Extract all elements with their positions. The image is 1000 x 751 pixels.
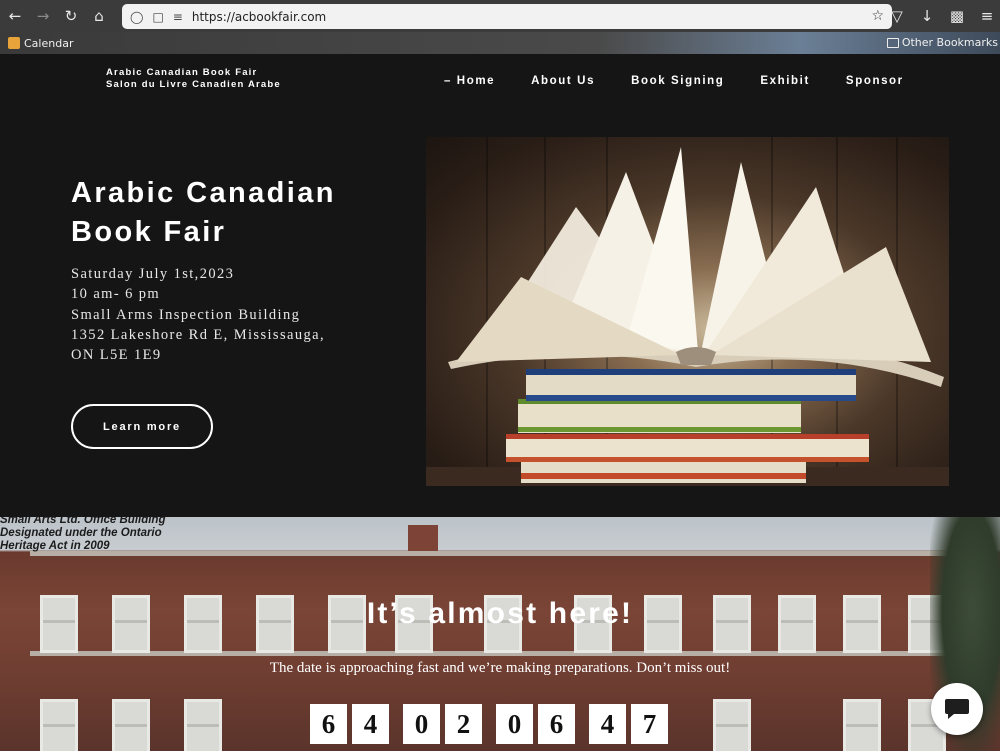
browser-toolbar: ← → ↻ ⌂ ◯ □ ≡ https://acbookfair.com ☆ ▽… [0, 0, 1000, 32]
chat-bubble-icon [945, 699, 969, 719]
countdown-heading: It’s almost here! [366, 597, 634, 630]
countdown-digit: 7 [631, 704, 668, 744]
book-stack-illustration [426, 147, 949, 486]
bookmark-other[interactable]: Other Bookmarks [886, 36, 998, 49]
home-icon[interactable]: ⌂ [86, 3, 112, 29]
hero-title-line2: Book Fair [71, 216, 227, 248]
folder-icon [886, 37, 899, 48]
website: Arabic Canadian Book Fair Salon du Livre… [0, 54, 1000, 751]
bookmark-other-label: Other Bookmarks [901, 36, 998, 49]
download-icon[interactable]: ↓ [914, 3, 940, 29]
brand-line-english: Arabic Canadian Book Fair [106, 67, 258, 78]
address-bar[interactable]: ◯ □ ≡ https://acbookfair.com ☆ [122, 4, 892, 29]
event-venue: Small Arms Inspection Building [71, 306, 301, 323]
calendar-icon [8, 37, 20, 49]
event-time: 10 am- 6 pm [71, 286, 161, 303]
nav-exhibit[interactable]: Exhibit [760, 75, 810, 87]
event-postal: ON L5E 1E9 [71, 347, 162, 364]
countdown-digit: 0 [496, 704, 533, 744]
countdown-subheading: The date is approaching fast and we’re m… [269, 660, 731, 676]
brand-line-french: Salon du Livre Canadien Arabe [106, 79, 281, 90]
reload-icon[interactable]: ↻ [58, 3, 84, 29]
chat-button[interactable] [931, 683, 983, 735]
bookmark-calendar-label: Calendar [24, 36, 74, 50]
site-brand[interactable]: Arabic Canadian Book Fair Salon du Livre… [106, 67, 281, 91]
countdown-digit: 0 [403, 704, 440, 744]
back-arrow-icon[interactable]: ← [2, 3, 28, 29]
countdown-digit: 6 [310, 704, 347, 744]
pocket-icon[interactable]: ▽ [884, 3, 910, 29]
bookmarks-bar: Calendar Other Bookmarks [0, 32, 1000, 54]
hero-title: Arabic Canadian Book Fair [71, 174, 391, 252]
hero-title-line1: Arabic Canadian [71, 177, 336, 209]
countdown-digit: 4 [352, 704, 389, 744]
countdown-digit: 4 [589, 704, 626, 744]
event-date: Saturday July 1st,2023 [71, 266, 235, 282]
permissions-icon: ≡ [172, 9, 183, 24]
url-text[interactable]: https://acbookfair.com [192, 10, 326, 24]
nav-book-signing[interactable]: Book Signing [631, 75, 724, 87]
nav-home[interactable]: – Home [444, 75, 495, 87]
hero-book-image [426, 137, 949, 486]
countdown-timer: 6 4 0 2 0 6 4 7 [310, 704, 673, 744]
countdown-section: Small Arts Ltd. Office Building Designat… [0, 517, 1000, 751]
heritage-caption: Small Arts Ltd. Office Building Designat… [0, 517, 166, 552]
forward-arrow-icon[interactable]: → [30, 3, 56, 29]
countdown-digit: 2 [445, 704, 482, 744]
roof-ledge [30, 551, 970, 556]
shield-icon: ◯ [130, 9, 144, 24]
extensions-icon[interactable]: ▩ [944, 3, 970, 29]
event-details: Saturday July 1st,2023 10 am- 6 pm Small… [71, 264, 325, 365]
lock-icon: □ [152, 9, 164, 24]
main-nav: – Home About Us Book Signing Exhibit Spo… [444, 75, 904, 87]
nav-sponsor[interactable]: Sponsor [846, 75, 904, 87]
learn-more-button[interactable]: Learn more [71, 404, 213, 449]
countdown-digit: 6 [538, 704, 575, 744]
event-address: 1352 Lakeshore Rd E, Mississauga, [71, 326, 326, 343]
chimney-decor [408, 525, 438, 551]
bookmark-calendar[interactable]: Calendar [8, 37, 73, 50]
menu-icon[interactable]: ≡ [974, 3, 1000, 29]
nav-about-us[interactable]: About Us [531, 75, 595, 87]
